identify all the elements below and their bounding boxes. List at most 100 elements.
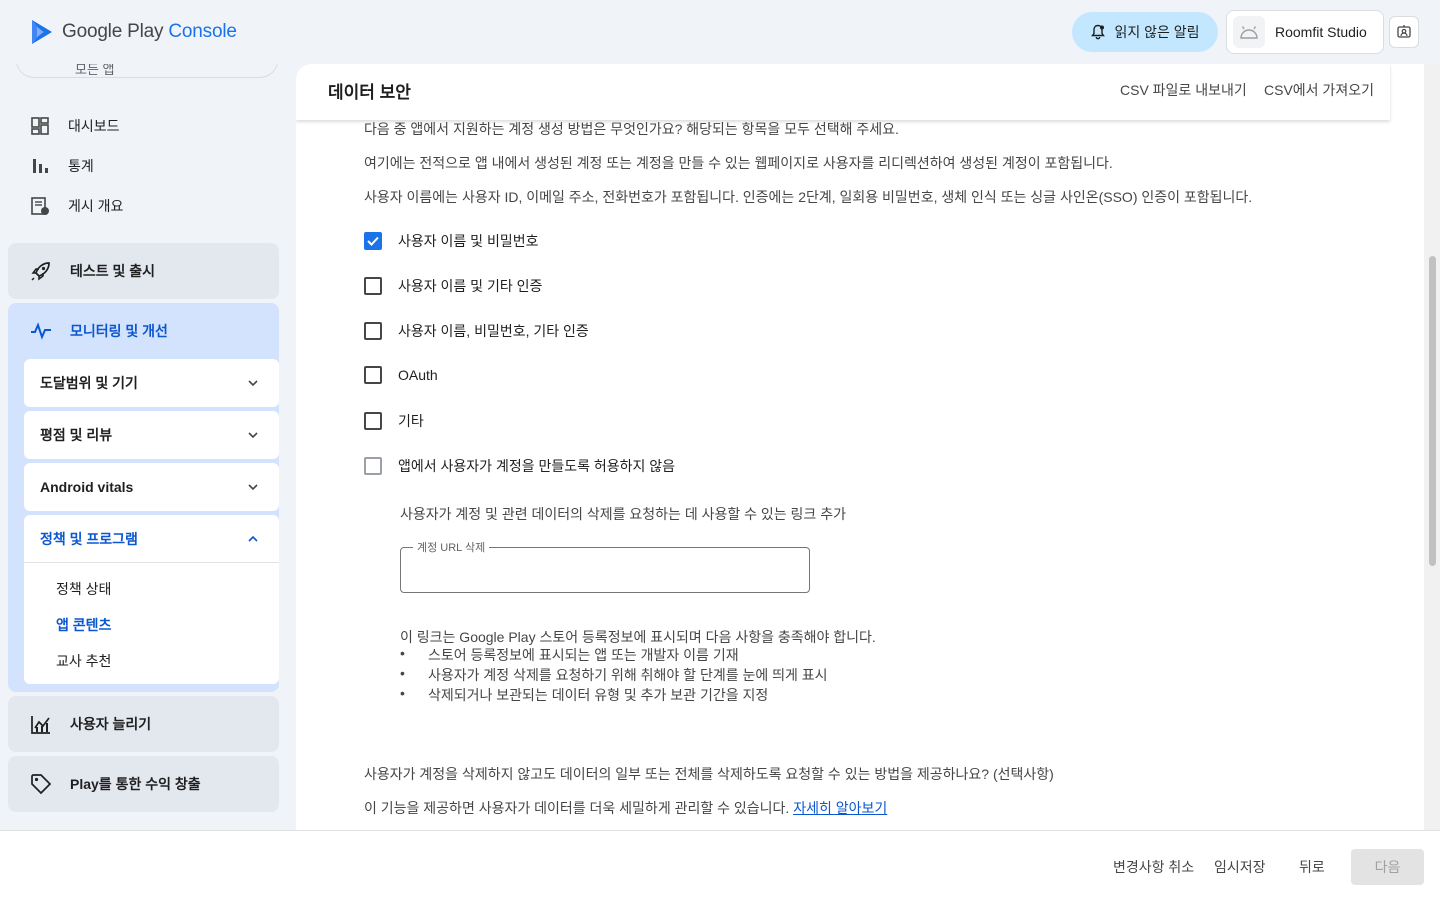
option-label: OAuth [398,367,438,383]
list-item: 사용자가 계정 삭제를 요청하기 위해 취해야 할 단계를 눈에 띄게 표시 [400,665,828,685]
top-bar: Google Play Console 읽지 않은 알림 Roomfit Stu… [0,0,1440,64]
checkbox[interactable] [364,412,382,430]
option-label: 앱에서 사용자가 계정을 만들도록 허용하지 않음 [398,458,676,474]
nav-android-vitals[interactable]: Android vitals [24,463,279,511]
scrollbar-thumb[interactable] [1429,256,1436,566]
nav-teacher-approved[interactable]: 교사 추천 [24,643,279,679]
chevron-down-icon [248,432,258,439]
main-card: 데이터 보안 CSV 파일로 내보내기 CSV에서 가져오기 다음 중 앱에서 … [296,64,1424,830]
nav-group-grow-users[interactable]: 사용자 늘리기 [8,696,279,752]
list-item: 삭제되거나 보관되는 데이터 유형 및 추가 보관 기간을 지정 [400,685,828,705]
checkmark-icon [367,236,379,246]
nav-dashboard-label: 대시보드 [68,118,120,134]
nav-statistics-label: 통계 [68,158,94,174]
app-search-field[interactable]: 모든 앱 [16,64,278,78]
option-label: 사용자 이름, 비밀번호, 기타 인증 [398,323,589,339]
nav-group-test-release[interactable]: 테스트 및 출시 [8,243,279,299]
nav-app-content[interactable]: 앱 콘텐츠 [24,607,279,643]
monitoring-icon [31,322,51,340]
nav-dashboard[interactable]: 대시보드 [8,106,279,146]
nav-android-vitals-label: Android vitals [40,479,134,495]
brand-name: Google Play [62,21,164,42]
chevron-down-icon [248,484,258,491]
option-username-password-other-auth[interactable]: 사용자 이름, 비밀번호, 기타 인증 [364,321,589,341]
learn-more-link[interactable]: 자세히 알아보기 [793,800,887,816]
rocket-icon [31,262,50,281]
account-creation-desc-1: 여기에는 전적으로 앱 내에서 생성된 계정 또는 계정을 만들 수 있는 웹페… [364,155,1113,171]
tag-icon [31,774,52,795]
app-avatar [1233,16,1265,48]
nav-publishing-overview[interactable]: 게시 개요 [8,186,279,226]
account-creation-desc-2: 사용자 이름에는 사용자 ID, 이메일 주소, 전화번호가 포함됩니다. 인증… [364,189,1253,205]
deletion-link-prompt: 사용자가 계정 및 관련 데이터의 삭제를 요청하는 데 사용할 수 있는 링크… [400,506,846,522]
nav-reach-devices[interactable]: 도달범위 및 기기 [24,359,279,407]
partial-deletion-desc: 이 기능을 제공하면 사용자가 데이터를 더욱 세밀하게 관리할 수 있습니다. [364,800,790,816]
developer-account-button[interactable] [1389,16,1419,48]
list-item: 스토어 등록정보에 표시되는 앱 또는 개발자 이름 기재 [400,645,828,665]
option-oauth[interactable]: OAuth [364,366,438,384]
publishing-icon [31,197,49,215]
android-icon [1240,26,1258,39]
checkbox[interactable] [364,366,382,384]
partial-deletion-desc-row: 이 기능을 제공하면 사용자가 데이터를 더욱 세밀하게 관리할 수 있습니다.… [364,798,887,818]
option-label: 기타 [398,413,424,429]
action-footer: 변경사항 취소 임시저장 뒤로 다음 [0,830,1440,900]
app-search-text: 모든 앱 [75,64,115,77]
nav-group-grow-users-label: 사용자 늘리기 [70,716,152,732]
nav-group-grow-users-header[interactable]: 사용자 늘리기 [8,696,279,752]
page-header: 데이터 보안 CSV 파일로 내보내기 CSV에서 가져오기 [296,64,1390,120]
option-username-password[interactable]: 사용자 이름 및 비밀번호 [364,231,538,251]
notifications-label: 읽지 않은 알림 [1114,24,1200,40]
option-other[interactable]: 기타 [364,411,424,431]
nav-group-monitor: 모니터링 및 개선 도달범위 및 기기 평점 및 리뷰 Android vita… [8,303,279,692]
option-username-other-auth[interactable]: 사용자 이름 및 기타 인증 [364,276,542,296]
nav-reach-devices-label: 도달범위 및 기기 [40,375,138,391]
nav-ratings-reviews-header[interactable]: 평점 및 리뷰 [24,411,279,459]
nav-policy-programs-label: 정책 및 프로그램 [40,530,138,547]
save-draft-button[interactable]: 임시저장 [1214,857,1266,877]
nav-group-monitor-header[interactable]: 모니터링 및 개선 [8,303,279,359]
back-button[interactable]: 뒤로 [1299,857,1325,877]
checkbox[interactable] [364,277,382,295]
logo-text: Google Play Console [62,21,237,43]
play-console-logo[interactable]: Google Play Console [30,18,237,46]
nav-android-vitals-header[interactable]: Android vitals [24,463,279,511]
export-csv-button[interactable]: CSV 파일로 내보내기 [1120,80,1247,100]
checkbox[interactable] [364,322,382,340]
account-name: Roomfit Studio [1275,24,1367,40]
checkbox[interactable] [364,232,382,250]
link-requirements-note: 이 링크는 Google Play 스토어 등록정보에 표시되며 다음 사항을 … [400,629,876,645]
account-creation-question: 다음 중 앱에서 지원하는 계정 생성 방법은 무엇인가요? 해당되는 항목을 … [364,121,899,137]
bar-chart-icon [33,159,48,173]
nav-group-monetize-header[interactable]: Play를 통한 수익 창출 [8,756,279,812]
unread-notifications-button[interactable]: 읽지 않은 알림 [1072,12,1218,52]
import-csv-button[interactable]: CSV에서 가져오기 [1264,80,1374,100]
grow-users-icon [31,716,50,734]
checkbox[interactable] [364,457,382,475]
chevron-down-icon [248,380,258,387]
account-switcher[interactable]: Roomfit Studio [1226,10,1384,54]
nav-policy-programs-header[interactable]: 정책 및 프로그램 [24,515,279,563]
option-label: 사용자 이름 및 기타 인증 [398,278,543,294]
option-no-account-creation[interactable]: 앱에서 사용자가 계정을 만들도록 허용하지 않음 [364,456,675,476]
discard-changes-button[interactable]: 변경사항 취소 [1113,857,1194,877]
nav-ratings-reviews-label: 평점 및 리뷰 [40,427,113,443]
partial-deletion-question: 사용자가 계정을 삭제하지 않고도 데이터의 일부 또는 전체를 삭제하도록 요… [364,766,1054,782]
sidebar: 모든 앱 대시보드 통계 게시 개요 테스트 및 출시 모니터링 및 개선 도달… [0,64,296,830]
nav-reach-devices-header[interactable]: 도달범위 및 기기 [24,359,279,407]
nav-policy-programs: 정책 및 프로그램 정책 상태 앱 콘텐츠 교사 추천 [24,515,279,684]
dashboard-icon [31,117,49,135]
brand-suffix: Console [168,21,237,42]
nav-group-test-release-label: 테스트 및 출시 [70,263,156,279]
play-logo-icon [32,20,52,44]
nav-ratings-reviews[interactable]: 평점 및 리뷰 [24,411,279,459]
nav-group-test-release-header[interactable]: 테스트 및 출시 [8,243,279,299]
nav-group-monetize[interactable]: Play를 통한 수익 창출 [8,756,279,812]
nav-publishing-label: 게시 개요 [68,198,124,214]
nav-statistics[interactable]: 통계 [8,146,279,186]
next-button[interactable]: 다음 [1351,849,1424,885]
delete-account-url-field[interactable]: 계정 URL 삭제 [400,539,810,593]
url-field-label: 계정 URL 삭제 [413,539,490,555]
nav-policy-status[interactable]: 정책 상태 [24,571,279,607]
nav-group-monetize-label: Play를 통한 수익 창출 [70,776,201,792]
